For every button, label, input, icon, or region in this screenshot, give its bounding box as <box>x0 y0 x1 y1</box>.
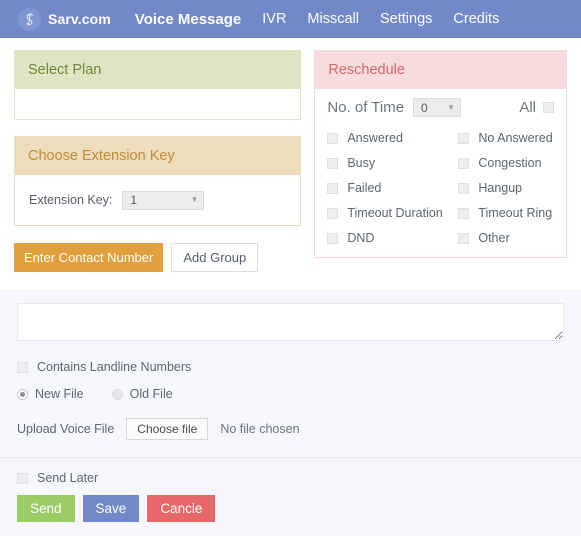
contains-landline-row[interactable]: Contains Landline Numbers <box>17 360 564 374</box>
contact-numbers-input[interactable] <box>17 303 564 341</box>
all-checkbox[interactable] <box>543 102 554 113</box>
busy-label: Busy <box>347 156 376 170</box>
choose-extension-key-panel: Choose Extension Key Extension Key: 1 ▼ <box>14 136 302 226</box>
upload-voice-file-row: Upload Voice File Choose file No file ch… <box>17 418 564 440</box>
nav-item-ivr[interactable]: IVR <box>262 11 286 27</box>
no-answered-checkbox[interactable] <box>458 132 470 144</box>
busy-checkbox[interactable] <box>327 157 339 169</box>
select-plan-body[interactable] <box>15 89 301 119</box>
nav-items: Voice Message IVR Misscall Settings Cred… <box>135 11 500 28</box>
upload-voice-file-label: Upload Voice File <box>17 422 115 436</box>
select-plan-title: Select Plan <box>15 51 301 89</box>
left-column: Select Plan Choose Extension Key Extensi… <box>14 50 302 272</box>
top-panels-row: Select Plan Choose Extension Key Extensi… <box>0 38 581 272</box>
reschedule-body: No. of Time 0 ▼ All Answered No Answered… <box>315 89 566 257</box>
answered-label: Answered <box>347 131 403 145</box>
option-dnd[interactable]: DND <box>327 231 458 245</box>
option-timeout-ring[interactable]: Timeout Ring <box>458 206 554 220</box>
page-content: Select Plan Choose Extension Key Extensi… <box>0 38 581 536</box>
option-timeout-duration[interactable]: Timeout Duration <box>327 206 458 220</box>
timeout-duration-checkbox[interactable] <box>327 207 339 219</box>
extension-key-value: 1 <box>130 193 138 207</box>
hangup-checkbox[interactable] <box>458 182 470 194</box>
choose-extension-key-body: Extension Key: 1 ▼ <box>15 175 301 225</box>
option-failed[interactable]: Failed <box>327 181 458 195</box>
reschedule-panel: Reschedule No. of Time 0 ▼ All Answered … <box>314 50 567 258</box>
nav-item-credits[interactable]: Credits <box>453 11 499 27</box>
right-column: Reschedule No. of Time 0 ▼ All Answered … <box>314 50 567 272</box>
contact-actions-row: Enter Contact Number Add Group <box>14 243 301 272</box>
contains-landline-checkbox[interactable] <box>17 361 28 373</box>
option-hangup[interactable]: Hangup <box>458 181 554 195</box>
option-other[interactable]: Other <box>458 231 554 245</box>
send-later-row[interactable]: Send Later <box>17 471 564 485</box>
reschedule-time-row: No. of Time 0 ▼ All <box>327 98 554 117</box>
bottom-form-card: Contains Landline Numbers New File Old F… <box>0 289 581 536</box>
timeout-ring-label: Timeout Ring <box>478 206 553 220</box>
timeout-duration-label: Timeout Duration <box>347 206 443 220</box>
send-later-label: Send Later <box>37 471 99 485</box>
answered-checkbox[interactable] <box>327 132 339 144</box>
other-label: Other <box>478 231 510 245</box>
congestion-label: Congestion <box>478 156 542 170</box>
chevron-down-icon: ▼ <box>190 195 199 204</box>
extension-key-label: Extension Key: <box>29 193 113 207</box>
timeout-ring-checkbox[interactable] <box>458 207 470 219</box>
sarv-s-monogram-icon <box>18 7 41 31</box>
option-no-answered[interactable]: No Answered <box>458 131 554 145</box>
nav-item-misscall[interactable]: Misscall <box>307 11 359 27</box>
form-divider <box>0 457 581 458</box>
brand-name: Sarv.com <box>48 11 111 27</box>
nav-item-settings[interactable]: Settings <box>380 11 432 27</box>
contains-landline-label: Contains Landline Numbers <box>37 360 192 374</box>
failed-label: Failed <box>347 181 382 195</box>
option-busy[interactable]: Busy <box>327 156 458 170</box>
option-congestion[interactable]: Congestion <box>458 156 554 170</box>
option-answered[interactable]: Answered <box>327 131 458 145</box>
cancel-button[interactable]: Cancle <box>147 495 216 522</box>
new-file-radio[interactable] <box>17 388 28 400</box>
form-actions-row: Send Save Cancle <box>17 495 564 522</box>
other-checkbox[interactable] <box>458 232 470 244</box>
all-label: All <box>519 99 536 116</box>
dnd-checkbox[interactable] <box>327 232 339 244</box>
reschedule-title: Reschedule <box>315 51 566 89</box>
choose-extension-key-title: Choose Extension Key <box>15 137 301 175</box>
top-navigation-bar: Sarv.com Voice Message IVR Misscall Sett… <box>0 0 581 38</box>
old-file-label: Old File <box>129 387 173 401</box>
no-of-time-label: No. of Time <box>327 99 405 116</box>
send-button[interactable]: Send <box>17 495 75 522</box>
choose-file-button[interactable]: Choose file <box>126 418 209 440</box>
reschedule-options-grid: Answered No Answered Busy Congestion Fai… <box>327 131 554 245</box>
no-of-time-value: 0 <box>421 100 428 115</box>
extension-key-select[interactable]: 1 ▼ <box>122 190 205 210</box>
congestion-checkbox[interactable] <box>458 157 470 169</box>
brand-logo-link[interactable]: Sarv.com <box>18 7 111 31</box>
nav-item-voice-message[interactable]: Voice Message <box>135 11 241 28</box>
no-of-time-select[interactable]: 0 ▼ <box>413 98 462 117</box>
add-group-button[interactable]: Add Group <box>171 243 259 272</box>
select-plan-panel: Select Plan <box>14 50 302 120</box>
save-button[interactable]: Save <box>82 495 140 522</box>
dnd-label: DND <box>347 231 375 245</box>
new-file-label: New File <box>35 387 84 401</box>
send-later-checkbox[interactable] <box>17 472 28 484</box>
file-source-row: New File Old File <box>17 387 564 401</box>
enter-contact-number-button[interactable]: Enter Contact Number <box>14 243 164 272</box>
old-file-radio[interactable] <box>111 388 123 400</box>
all-toggle[interactable]: All <box>519 99 554 116</box>
no-file-chosen-text: No file chosen <box>220 422 300 436</box>
hangup-label: Hangup <box>478 181 523 195</box>
no-answered-label: No Answered <box>478 131 553 145</box>
failed-checkbox[interactable] <box>327 182 339 194</box>
chevron-down-icon: ▼ <box>447 102 456 112</box>
